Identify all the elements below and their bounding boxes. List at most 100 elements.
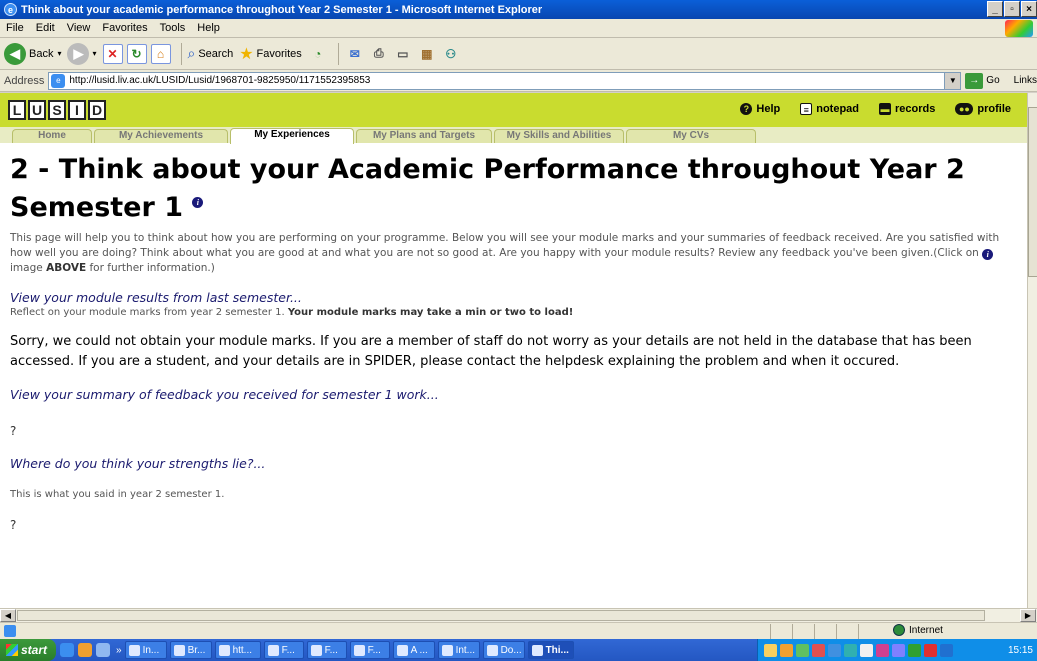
tab-my-plans-and-targets[interactable]: My Plans and Targets [356, 129, 492, 143]
taskbar-button[interactable]: Br... [169, 641, 212, 659]
research-icon[interactable]: ▦ [417, 44, 437, 64]
strengths-value: ? [10, 518, 17, 532]
tab-my-achievements[interactable]: My Achievements [94, 129, 228, 143]
favorites-button[interactable]: ★ Favorites [239, 44, 302, 64]
tray-icon[interactable] [892, 643, 905, 657]
tab-my-experiences[interactable]: My Experiences [230, 128, 354, 144]
taskbar-button[interactable]: Do... [482, 641, 525, 659]
security-zone[interactable]: Internet [893, 624, 943, 636]
history-icon[interactable]: ◔ [308, 44, 328, 64]
tray-icon[interactable] [844, 643, 857, 657]
lusid-logo[interactable]: L U S I D [8, 100, 106, 120]
vertical-scroll-thumb[interactable] [1028, 107, 1037, 277]
chevron-down-icon[interactable]: ▾ [57, 49, 61, 58]
app-icon [173, 644, 185, 656]
taskbar-button[interactable]: A ... [392, 641, 435, 659]
refresh-icon[interactable]: ↻ [126, 43, 147, 64]
header-links: ? Help ≡ notepad ▬ records ●● profile [740, 103, 1011, 115]
scroll-right-icon[interactable]: ▶ [1020, 609, 1036, 622]
info-icon-inline: i [982, 248, 994, 260]
close-button[interactable]: × [1021, 1, 1037, 17]
taskbar-button[interactable]: F... [306, 641, 347, 659]
toolbar: ◀ Back ▾ ▶ ▾ ✕ ↻ ⌂ ⌕ Search ★ Favorites … [0, 38, 1037, 70]
taskbar-button[interactable]: Int... [437, 641, 480, 659]
edit-icon[interactable]: ▭ [393, 44, 413, 64]
taskbar-button-active[interactable]: Thi... [527, 641, 574, 659]
address-label: Address [4, 74, 45, 87]
app-icon [531, 644, 543, 656]
status-cell [770, 624, 792, 639]
tray-icon[interactable] [908, 643, 921, 657]
feedback-summary-heading[interactable]: View your summary of feedback you receiv… [10, 387, 1020, 402]
taskbar-button[interactable]: In... [124, 641, 167, 659]
menu-favorites[interactable]: Favorites [102, 22, 147, 34]
menu-view[interactable]: View [67, 22, 91, 34]
tray-icon[interactable] [764, 643, 777, 657]
horizontal-scrollbar[interactable]: ◀ ▶ [0, 608, 1037, 622]
menu-help[interactable]: Help [197, 22, 220, 34]
strengths-heading[interactable]: Where do you think your strengths lie?..… [10, 456, 1020, 471]
status-cell [814, 624, 836, 639]
clock[interactable]: 15:15 [1008, 645, 1033, 656]
go-button[interactable]: → Go [965, 72, 1000, 89]
info-icon[interactable]: i [192, 197, 204, 208]
taskbar-button[interactable]: htt... [214, 641, 261, 659]
links-toolbar[interactable]: Links [1014, 75, 1037, 86]
app-icon [310, 644, 322, 656]
tray-icon[interactable] [876, 643, 889, 657]
tray-icon[interactable] [780, 643, 793, 657]
tray-icon[interactable] [828, 643, 841, 657]
messenger-icon[interactable]: ⚇ [441, 44, 461, 64]
module-results-heading[interactable]: View your module results from last semes… [10, 290, 1020, 305]
minimize-button[interactable]: _ [987, 1, 1003, 17]
back-button[interactable]: ◀ Back ▾ [4, 42, 61, 65]
taskbar: start » In... Br... htt... F... F... F..… [0, 639, 1037, 661]
vertical-scrollbar[interactable] [1027, 93, 1037, 608]
address-input[interactable]: e http://lusid.liv.ac.uk/LUSID/Lusid/196… [48, 71, 962, 90]
quicklaunch-app-icon[interactable] [96, 643, 110, 657]
quicklaunch-ie-icon[interactable] [60, 643, 74, 657]
chevron-down-icon: ▾ [92, 49, 97, 58]
address-dropdown-icon[interactable]: ▼ [944, 72, 961, 89]
notepad-link[interactable]: ≡ notepad [800, 103, 859, 115]
profile-link[interactable]: ●● profile [955, 103, 1011, 115]
globe-icon [893, 624, 905, 636]
records-link[interactable]: ▬ records [879, 103, 935, 115]
taskbar-button[interactable]: F... [263, 641, 304, 659]
menu-tools[interactable]: Tools [160, 22, 186, 34]
tray-icon[interactable] [796, 643, 809, 657]
menu-bar: File Edit View Favorites Tools Help [0, 19, 1037, 38]
help-link[interactable]: ? Help [740, 103, 780, 115]
toolbar-separator [337, 42, 339, 65]
tab-my-cvs[interactable]: My CVs [626, 129, 756, 143]
window-title-bar[interactable]: e Think about your academic performance … [0, 0, 1037, 19]
menu-file[interactable]: File [6, 22, 24, 34]
tab-home[interactable]: Home [12, 129, 92, 143]
print-icon[interactable]: ⎙ [369, 44, 389, 64]
quicklaunch-more-icon[interactable]: » [116, 645, 122, 656]
folder-icon: ▬ [879, 103, 892, 115]
taskbar-button[interactable]: F... [349, 641, 390, 659]
tray-icon[interactable] [812, 643, 825, 657]
page-icon: e [51, 73, 66, 88]
tray-icon[interactable] [924, 643, 937, 657]
start-button[interactable]: start [0, 639, 56, 661]
maximize-button[interactable]: ▫ [1004, 1, 1020, 17]
scroll-left-icon[interactable]: ◀ [0, 609, 16, 622]
tray-icon[interactable] [940, 643, 953, 657]
search-button[interactable]: ⌕ Search [188, 45, 234, 62]
forward-button[interactable]: ▶ ▾ [67, 42, 97, 65]
stop-icon[interactable]: ✕ [102, 43, 123, 64]
home-icon[interactable]: ⌂ [150, 43, 171, 64]
quicklaunch-app-icon[interactable] [78, 643, 92, 657]
tray-icon[interactable] [860, 643, 873, 657]
intro-text: This page will help you to think about h… [10, 232, 1000, 274]
windows-logo-icon [1005, 20, 1033, 37]
horizontal-scroll-thumb[interactable] [17, 610, 985, 621]
status-cell [836, 624, 858, 639]
tab-my-skills-and-abilities[interactable]: My Skills and Abilities [494, 129, 624, 143]
status-cell [792, 624, 814, 639]
module-results-text: Reflect on your module marks from year 2… [10, 307, 574, 318]
mail-icon[interactable]: ✉ [345, 44, 365, 64]
menu-edit[interactable]: Edit [36, 22, 55, 34]
